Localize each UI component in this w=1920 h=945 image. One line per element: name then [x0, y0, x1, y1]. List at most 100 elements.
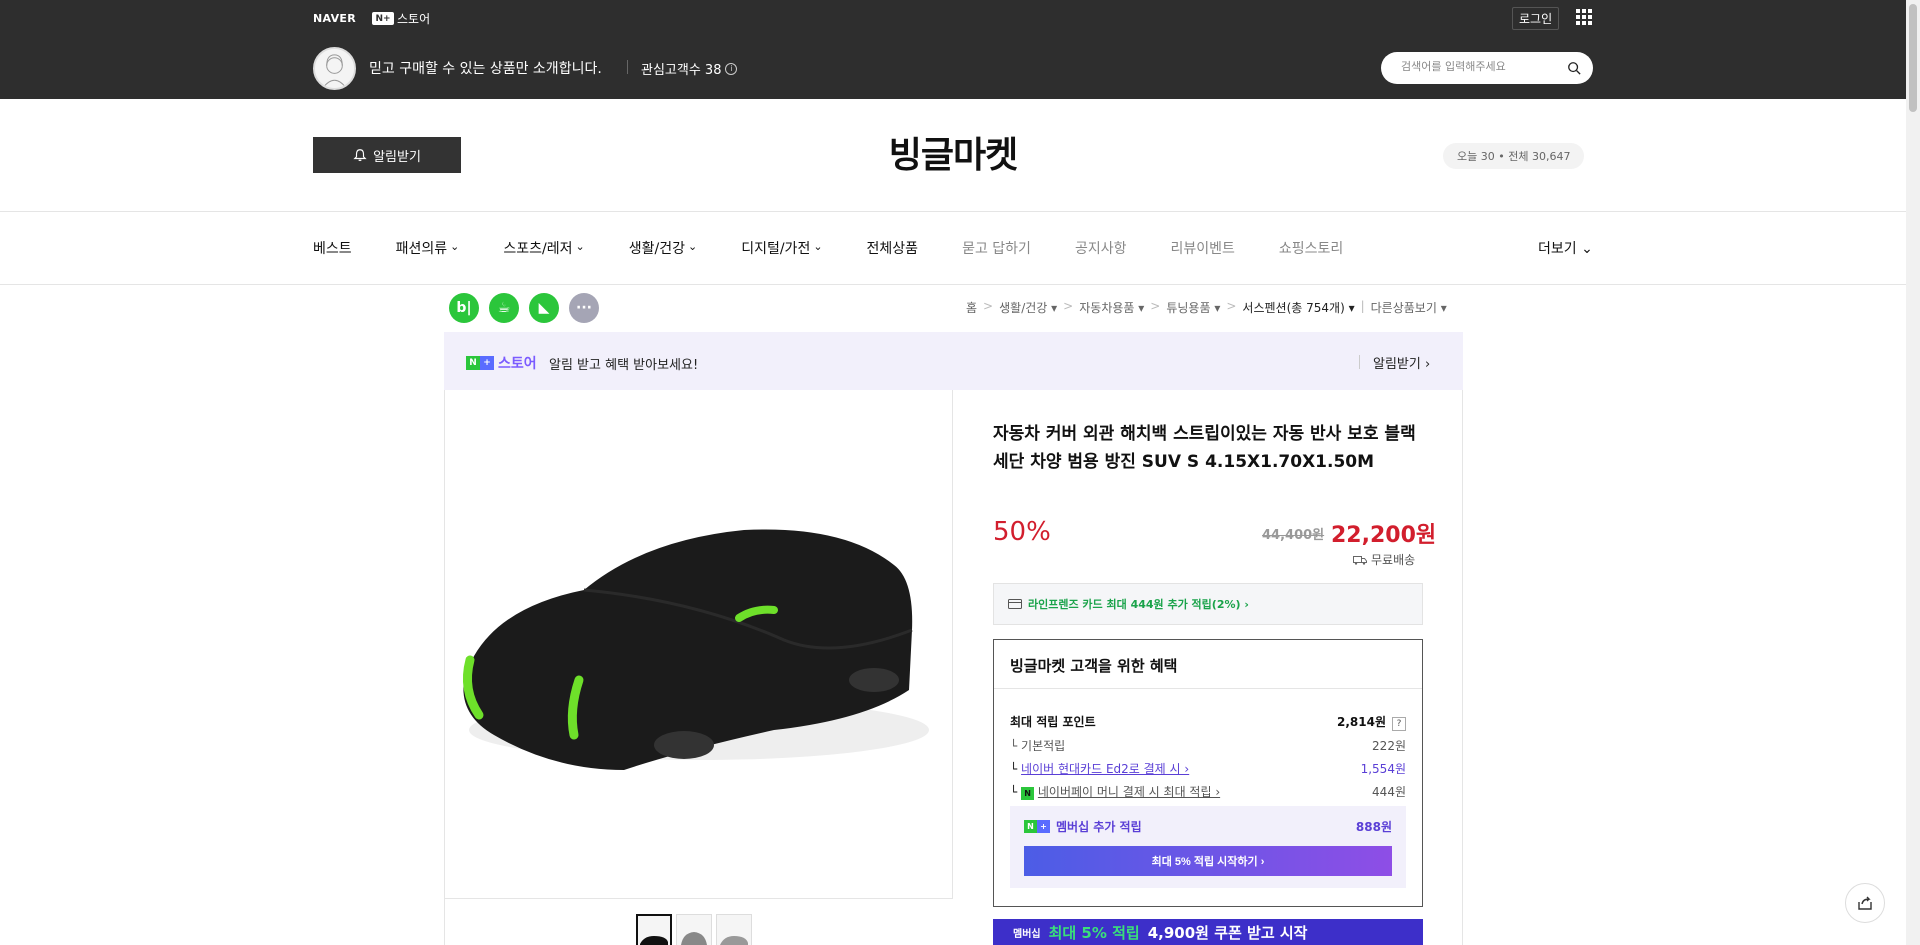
breadcrumb-car[interactable]: 자동차용품 ▾: [1079, 299, 1144, 316]
store-benefit-box: 빙글마켓 고객을 위한 혜택 최대 적립 포인트 2,814원? └ 기본적립 …: [993, 639, 1423, 907]
page: NAVER N+ 스토어 로그인 믿고 구매할 수 있는 상품만 소개합니다. …: [0, 0, 1920, 945]
shipping-label: 무료배송: [1371, 553, 1416, 567]
membership-value: 888원: [1355, 820, 1392, 834]
nav-more[interactable]: 더보기 ⌄: [1538, 238, 1593, 258]
thumbnail-3[interactable]: [716, 914, 752, 945]
hyundai-card-link[interactable]: 네이버 현대카드 Ed2로 결제 시 ›: [1021, 762, 1189, 776]
nav-item-sports[interactable]: 스포츠/레저: [503, 238, 584, 258]
search-icon[interactable]: [1567, 61, 1581, 75]
npay-money-link[interactable]: 네이버페이 머니 결제 시 최대 적립 ›: [1038, 785, 1220, 799]
share-icon: [1858, 896, 1872, 910]
breadcrumb-living[interactable]: 생활/건강 ▾: [999, 299, 1057, 316]
banner-alarm-link[interactable]: 알림받기 ›: [1373, 353, 1430, 372]
avatar-illustration-icon: [315, 49, 354, 88]
top-header: [0, 0, 1906, 99]
promo-badge: 멤버십: [1013, 928, 1041, 940]
max-point-row: 최대 적립 포인트 2,814원?: [1010, 713, 1406, 731]
benefit-divider: [994, 688, 1422, 689]
fans-count: 관심고객수 38 i: [641, 59, 738, 78]
breadcrumb-other-products[interactable]: 다른상품보기 ▾: [1371, 299, 1447, 316]
login-button[interactable]: 로그인: [1512, 7, 1560, 30]
more-share-icon[interactable]: ···: [569, 293, 599, 323]
banner-divider: [1359, 355, 1360, 369]
apps-grid-icon[interactable]: [1576, 9, 1592, 25]
naver-logo[interactable]: NAVER: [313, 12, 356, 25]
breadcrumb-suspension[interactable]: 서스펜션(총 754개) ▾: [1242, 299, 1354, 316]
info-icon[interactable]: i: [725, 62, 738, 75]
discount-rate: 50%: [993, 517, 1051, 547]
intro-divider: [627, 60, 628, 74]
visitor-count: 오늘 30 • 전체 30,647: [1443, 143, 1585, 169]
global-nav: NAVER N+ 스토어: [313, 10, 430, 27]
shipping-info: 무료배송: [1353, 551, 1415, 568]
banner-text: 알림 받고 혜택 받아보세요!: [549, 358, 699, 373]
fans-label: 관심고객수 38: [641, 63, 722, 78]
benefit-heading: 빙글마켓 고객을 위한 혜택: [1010, 657, 1178, 675]
product-image[interactable]: [444, 390, 953, 899]
nplus-store-logo: N + 스토어: [466, 353, 537, 373]
membership-promo-banner[interactable]: 멤버십 최대 5% 적립 4,900원 쿠폰 받고 시작: [993, 919, 1423, 945]
npay-money-row: └ N 네이버페이 머니 결제 시 최대 적립 › 444원: [1010, 783, 1406, 800]
sns-share-bar: b| ☕ ◣ ···: [449, 293, 599, 323]
promo-coupon: 4,900원 쿠폰 받고 시작: [1147, 923, 1308, 942]
promo-text: 최대 5% 적립: [1048, 923, 1140, 942]
breadcrumb-separator-icon: >: [1226, 299, 1237, 313]
truck-icon: [1353, 555, 1367, 565]
card-benefit[interactable]: 라인프렌즈 카드 최대 444원 추가 적립(2%) ›: [993, 583, 1423, 625]
plus-badge-icon: +: [480, 356, 494, 370]
nplus-icon: N+: [371, 12, 394, 25]
store-avatar[interactable]: [313, 47, 356, 90]
nav-divider-top: [0, 211, 1906, 212]
nav-item-fashion[interactable]: 패션의류: [396, 238, 460, 258]
nav-item-qna[interactable]: 묻고 답하기: [962, 238, 1031, 258]
breadcrumb-home[interactable]: 홈: [966, 299, 977, 316]
cafe-share-icon[interactable]: ☕: [489, 293, 519, 323]
nav-item-all-products[interactable]: 전체상품: [867, 238, 919, 258]
breadcrumb-divider: |: [1360, 299, 1365, 313]
store-intro: 믿고 구매할 수 있는 상품만 소개합니다.: [369, 61, 602, 77]
npay-money-value: 444원: [1372, 785, 1406, 799]
basic-point-row: └ 기본적립 222원: [1010, 737, 1406, 754]
membership-box: N + 멤버십 추가 적립 888원 최대 5% 적립 시작하기 ›: [1010, 806, 1406, 888]
nav-item-living[interactable]: 생활/건강: [629, 238, 697, 258]
card-benefit-text: 라인프렌즈 카드 최대 444원 추가 적립(2%) ›: [1028, 598, 1249, 611]
membership-label-wrap: N + 멤버십 추가 적립: [1024, 818, 1142, 835]
max-point-label: 최대 적립 포인트: [1010, 715, 1096, 729]
thumbnail-list: [636, 914, 752, 945]
nav-item-best[interactable]: 베스트: [313, 238, 352, 258]
nstore-label: 스토어: [396, 12, 431, 26]
breadcrumb-tuning[interactable]: 튜닝용품 ▾: [1166, 299, 1220, 316]
sale-price: 22,200원: [1331, 523, 1437, 548]
hyundai-card-prefix: └ 네이버 현대카드 Ed2로 결제 시 ›: [1010, 762, 1190, 776]
blog-share-icon[interactable]: b|: [449, 293, 479, 323]
nav-item-digital[interactable]: 디지털/가전: [741, 238, 822, 258]
basic-point-label: └ 기본적립: [1010, 739, 1066, 753]
search-box: [1381, 52, 1593, 84]
thumbnail-2[interactable]: [676, 914, 712, 945]
scrollbar-thumb[interactable]: [1909, 4, 1917, 112]
bookmark-share-icon[interactable]: ◣: [529, 293, 559, 323]
car-cover-illustration-icon: [463, 529, 929, 770]
original-price: 44,400원: [1262, 528, 1325, 543]
nav-item-review-event[interactable]: 리뷰이벤트: [1170, 238, 1234, 258]
hyundai-card-row: └ 네이버 현대카드 Ed2로 결제 시 › 1,554원: [1010, 760, 1406, 777]
nav-divider-bottom: [0, 284, 1906, 285]
share-button[interactable]: [1845, 883, 1885, 923]
max-point-value: 2,814원: [1337, 715, 1386, 729]
search-input[interactable]: [1401, 60, 1561, 73]
nplus-store-label: 스토어: [498, 356, 537, 372]
store-name[interactable]: 빙글마켓: [0, 126, 1906, 178]
product-title: 자동차 커버 외관 해치백 스트립이있는 자동 반사 보호 블랙 세단 차양 범…: [993, 424, 1416, 472]
hyundai-card-value: 1,554원: [1360, 762, 1406, 776]
thumbnail-1[interactable]: [636, 914, 672, 945]
nav-more-label: 더보기: [1538, 241, 1577, 257]
npay-money-prefix: └ N 네이버페이 머니 결제 시 최대 적립 ›: [1010, 785, 1221, 800]
nstore-link[interactable]: N+ 스토어: [371, 10, 431, 27]
npay-icon: N: [1021, 787, 1035, 800]
page-scrollbar[interactable]: [1906, 0, 1920, 945]
nav-item-notice[interactable]: 공지사항: [1075, 238, 1127, 258]
breadcrumb-separator-icon: >: [1150, 299, 1161, 313]
help-icon[interactable]: ?: [1392, 717, 1406, 731]
nav-item-shopping-story[interactable]: 쇼핑스토리: [1279, 238, 1343, 258]
membership-start-button[interactable]: 최대 5% 적립 시작하기 ›: [1024, 846, 1392, 876]
